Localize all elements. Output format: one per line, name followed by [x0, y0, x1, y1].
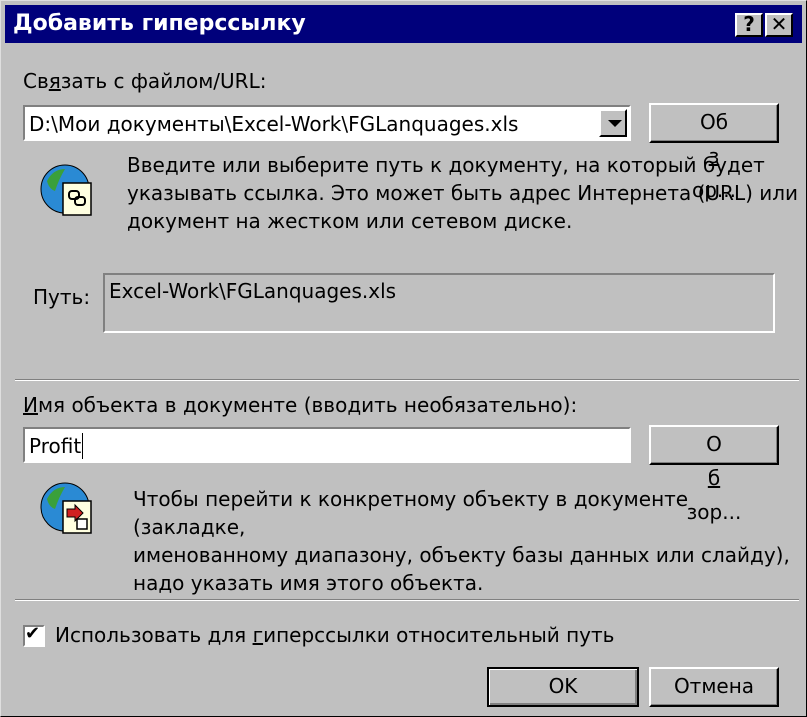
cancel-button[interactable]: Отмена — [649, 667, 779, 707]
close-button[interactable]: ✕ — [765, 13, 793, 37]
dialog-title: Добавить гиперссылку — [13, 11, 306, 36]
divider — [15, 379, 799, 381]
browse-object-button[interactable]: Об зор... — [649, 425, 779, 524]
path-label: Путь: — [33, 285, 91, 309]
path-value: Excel-Work\FGLanquages.xls — [109, 279, 397, 303]
browse-file-button[interactable]: Об з ор... — [649, 103, 779, 202]
ok-button[interactable]: OK — [487, 667, 639, 707]
object-name-input[interactable]: Profit — [23, 427, 631, 463]
relative-path-checkbox[interactable]: ✔ — [23, 623, 45, 647]
object-name-label: Имя объекта в документе (вводить необяза… — [23, 393, 578, 417]
hyperlink-dialog: Добавить гиперссылку ? ✕ Связать с файло… — [0, 0, 807, 717]
link-description: Введите или выберите путь к документу, н… — [127, 153, 799, 233]
divider — [15, 599, 799, 601]
path-display: Excel-Work\FGLanquages.xls — [103, 273, 775, 333]
help-button[interactable]: ? — [735, 13, 763, 37]
title-bar[interactable]: Добавить гиперссылку ? ✕ — [5, 5, 802, 43]
object-name-value[interactable]: Profit — [29, 433, 84, 459]
checkmark-icon: ✔ — [25, 623, 41, 644]
help-icon: ? — [743, 12, 755, 36]
relative-path-label[interactable]: Использовать для гиперссылки относительн… — [55, 623, 614, 647]
close-icon: ✕ — [770, 12, 788, 36]
chevron-down-icon — [608, 120, 622, 127]
link-dropdown-button[interactable] — [599, 109, 627, 137]
named-object-icon — [40, 482, 92, 534]
link-combobox-value[interactable]: D:\Мои документы\Excel-Work\FGLanquages.… — [29, 111, 518, 137]
link-combobox[interactable]: D:\Мои документы\Excel-Work\FGLanquages.… — [23, 105, 631, 141]
link-label: Связать с файлом/URL: — [23, 69, 267, 93]
object-description: Чтобы перейти к конкретному объекту в до… — [133, 487, 790, 595]
link-document-icon — [40, 164, 92, 216]
